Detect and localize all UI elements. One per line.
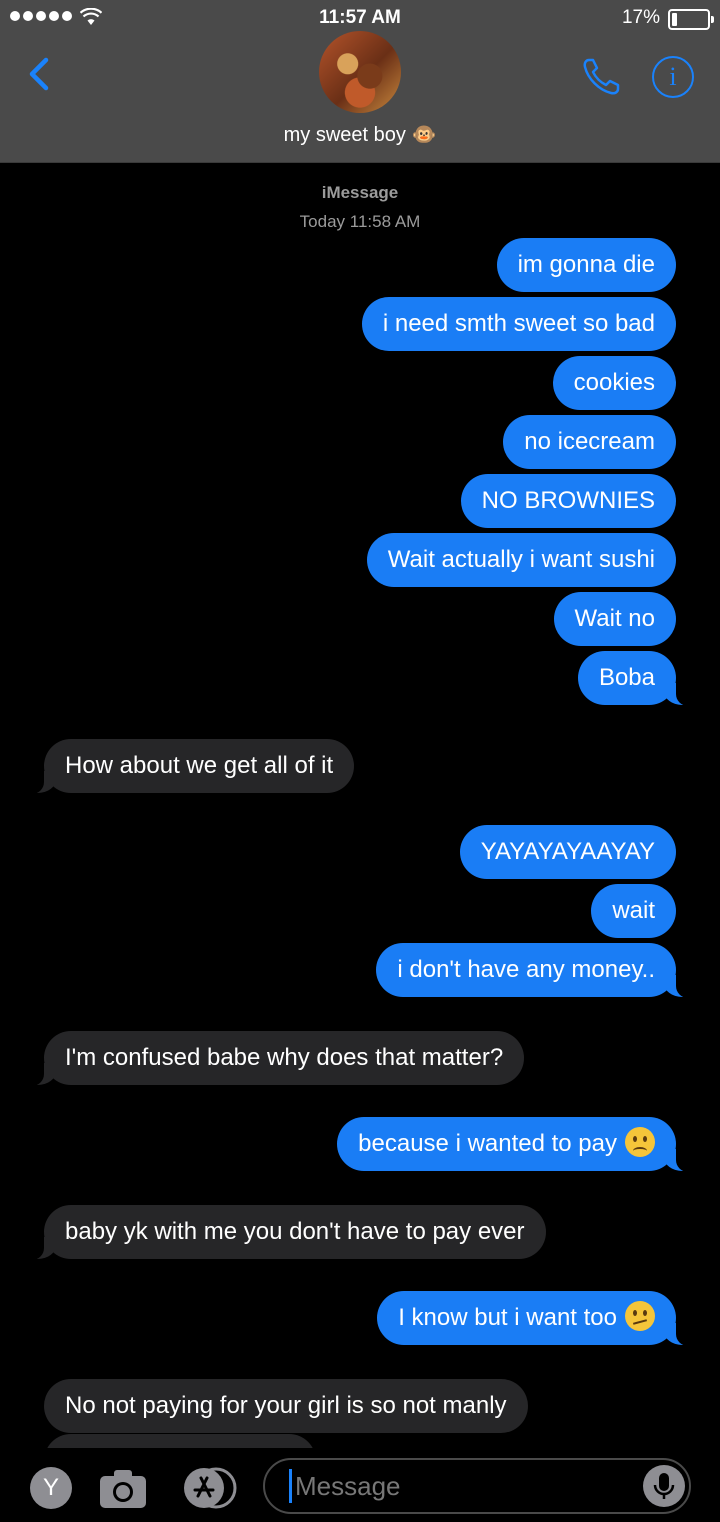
sent-message[interactable]: wait <box>591 884 676 938</box>
thread-timestamp: Today 11:58 AM <box>299 212 421 231</box>
conversation-header: 11:57 AM 17% my sweet boy 🐵 i <box>0 0 720 163</box>
battery-icon <box>668 9 714 30</box>
contact-avatar[interactable] <box>319 31 401 113</box>
text-cursor <box>289 1469 292 1503</box>
sent-message[interactable]: because i wanted to pay <box>337 1117 698 1172</box>
clock: 11:57 AM <box>319 7 401 28</box>
received-message[interactable]: baby yk with me you don't have to pay ev… <box>22 1205 546 1260</box>
sent-message[interactable]: i need smth sweet so bad <box>361 297 676 351</box>
frowning-face-icon <box>625 1126 655 1157</box>
received-message[interactable]: I'm confused babe why does that matter? <box>21 1031 525 1086</box>
sent-message[interactable]: I know but i want too <box>377 1291 698 1346</box>
sent-message[interactable]: NO BROWNIES <box>460 474 676 528</box>
app-store-icon[interactable] <box>178 1466 238 1510</box>
phone-icon[interactable] <box>580 54 624 98</box>
sent-message[interactable]: no icecream <box>503 415 676 469</box>
sent-message[interactable]: Boba <box>577 651 699 706</box>
microphone-icon[interactable] <box>643 1465 685 1507</box>
received-message[interactable]: No not paying for your girl is so not ma… <box>44 1379 528 1433</box>
sent-message[interactable]: cookies <box>552 356 676 410</box>
sent-message[interactable]: im gonna die <box>496 238 676 292</box>
camera-icon[interactable] <box>98 1466 148 1510</box>
sent-message[interactable]: i don't have any money.. <box>376 943 698 998</box>
app-drawer-button[interactable]: Y <box>30 1467 72 1509</box>
info-icon[interactable]: i <box>652 56 694 98</box>
message-text: because i wanted to pay <box>358 1130 617 1157</box>
battery-percent: 17% <box>621 7 660 28</box>
sent-message[interactable]: Wait actually i want sushi <box>366 533 676 587</box>
status-bar: 11:57 AM 17% <box>0 6 720 32</box>
confused-face-icon <box>625 1300 655 1331</box>
back-chevron-icon[interactable] <box>22 54 62 94</box>
sent-message[interactable]: YAYAYAYAAYAY <box>459 825 676 879</box>
message-text: I know but i want too <box>398 1304 617 1331</box>
received-message[interactable]: How about we get all of it <box>21 739 355 794</box>
contact-name[interactable]: my sweet boy 🐵 <box>0 122 720 147</box>
sent-message[interactable]: Wait no <box>553 592 676 646</box>
message-input[interactable] <box>263 1458 691 1514</box>
service-label: iMessage <box>321 183 399 202</box>
composer-bar: Y <box>0 1448 720 1522</box>
